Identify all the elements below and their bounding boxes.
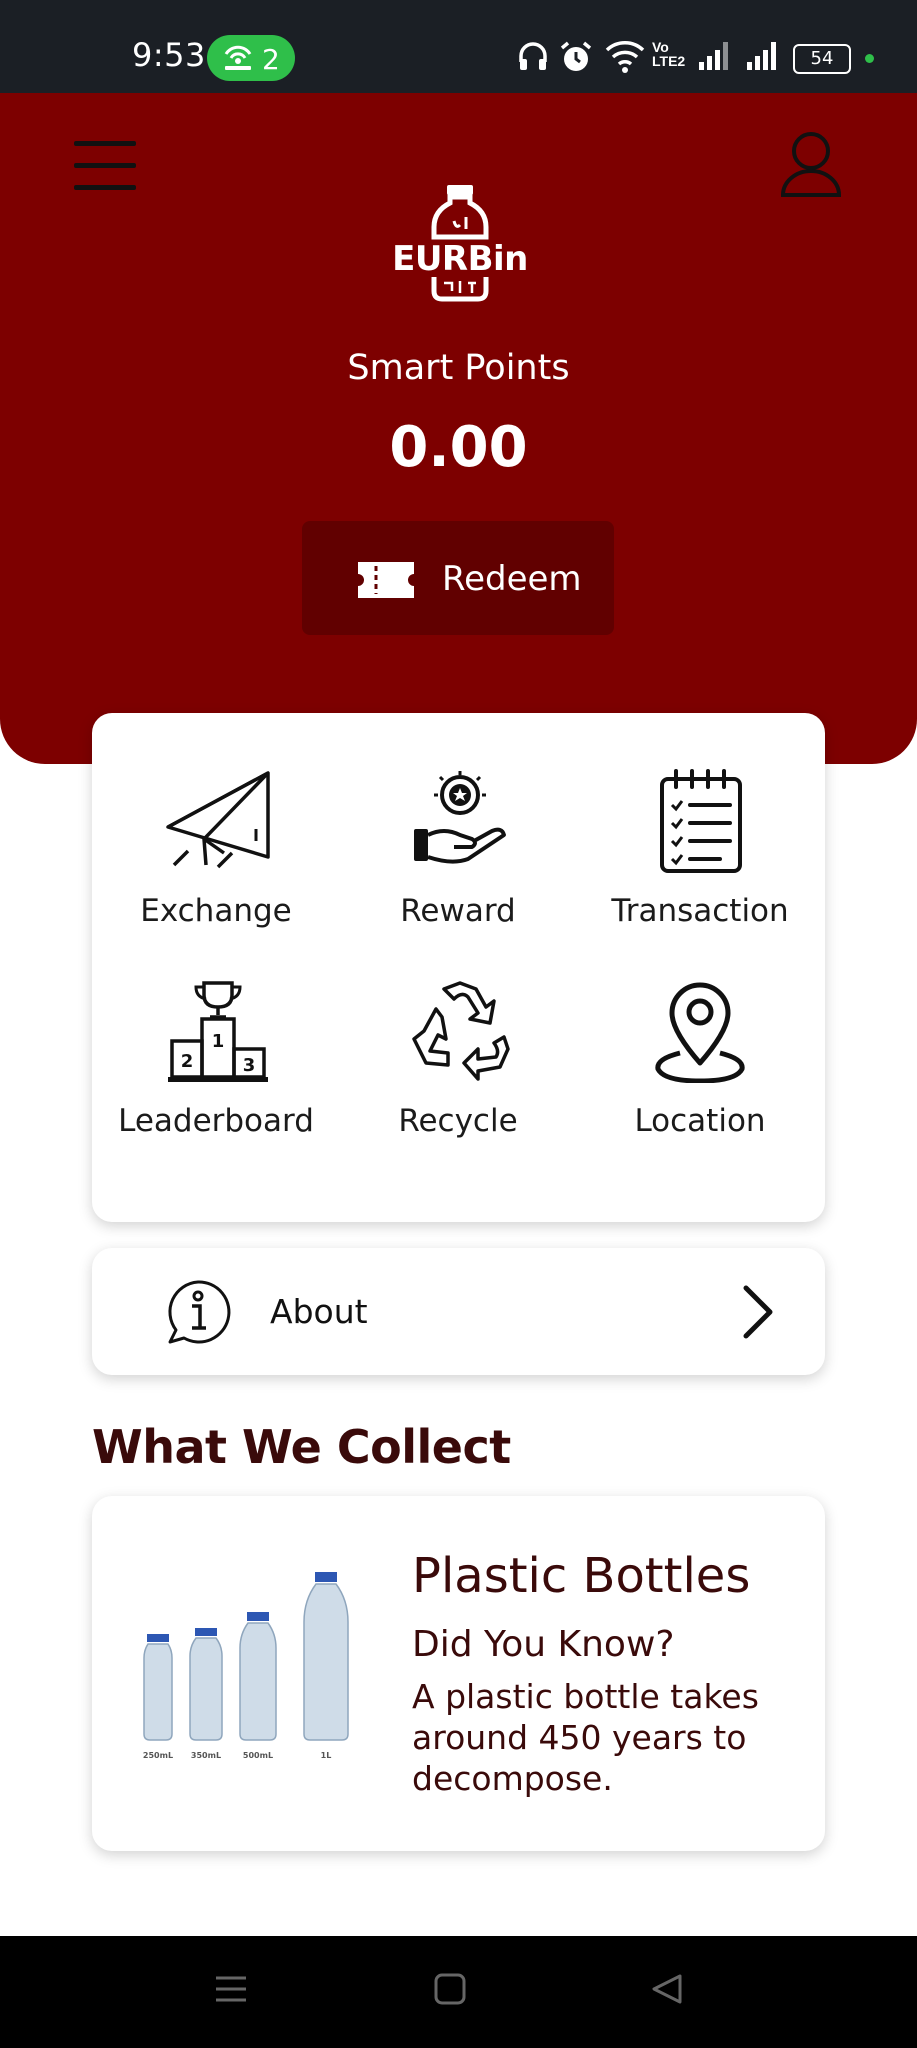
menu-item-transaction[interactable]: Transaction — [580, 769, 820, 949]
collect-card-subtitle: Did You Know? — [412, 1624, 675, 1665]
system-nav-bar — [0, 1936, 917, 2048]
menu-label: Location — [634, 1103, 766, 1139]
menu-item-recycle[interactable]: Recycle — [338, 979, 578, 1159]
menu-label: Recycle — [398, 1103, 518, 1139]
wifi-icon — [605, 41, 645, 73]
recycle-icon — [412, 981, 510, 1081]
collect-card-text: A plastic bottle takes around 450 years … — [412, 1677, 759, 1798]
paper-plane-icon — [166, 771, 270, 869]
svg-text:3: 3 — [243, 1055, 256, 1076]
bottle-size-label: 500mL — [243, 1751, 273, 1760]
info-bubble-icon — [168, 1280, 231, 1344]
back-icon[interactable] — [650, 1972, 684, 2006]
ticket-icon — [358, 562, 414, 598]
signal-icon-2 — [747, 42, 776, 70]
redeem-button[interactable]: Redeem — [302, 521, 614, 635]
svg-text:1: 1 — [212, 1031, 225, 1052]
headphones-icon — [519, 42, 547, 70]
location-pin-icon — [655, 982, 745, 1083]
bottle-size-label: 250mL — [143, 1751, 173, 1760]
collect-card-title: Plastic Bottles — [412, 1548, 751, 1604]
menu-label: Leaderboard — [118, 1103, 314, 1139]
profile-icon[interactable] — [780, 131, 842, 199]
points-value: 0.00 — [389, 415, 528, 480]
menu-button[interactable] — [74, 141, 136, 191]
app-name: EURBin — [392, 239, 528, 279]
bottle-size-label: 1L — [321, 1751, 332, 1760]
status-time: 9:53 — [132, 36, 206, 74]
redeem-label: Redeem — [442, 559, 582, 599]
menu-label: Reward — [400, 893, 516, 929]
hotspot-count: 2 — [262, 43, 280, 76]
header: EURBin Smart Points 0.00 Redeem — [0, 93, 917, 764]
menu-item-leaderboard[interactable]: 1 2 3 Leaderboard — [96, 979, 336, 1159]
hotspot-pill: 2 — [207, 35, 295, 81]
menu-item-reward[interactable]: Reward — [338, 769, 578, 949]
menu-item-exchange[interactable]: Exchange — [96, 769, 336, 949]
points-label: Smart Points — [347, 348, 570, 388]
battery-icon: 54 — [793, 44, 851, 74]
menu-label: Exchange — [140, 893, 292, 929]
podium-icon: 1 2 3 — [168, 981, 268, 1082]
status-icons: Vo LTE2 54 — [517, 40, 877, 78]
status-bar: 9:53 2 Vo LTE2 54 — [0, 0, 917, 93]
menu-label: Transaction — [611, 893, 789, 929]
alarm-icon — [560, 41, 592, 71]
about-card[interactable]: About — [92, 1248, 825, 1375]
bottle-size-label: 350mL — [191, 1751, 221, 1760]
plastic-bottles-image: 250mL 350mL 500mL 1L — [143, 1572, 349, 1760]
svg-text:2: 2 — [181, 1051, 194, 1072]
chevron-right-icon — [743, 1285, 773, 1339]
volte-icon: Vo LTE2 — [652, 39, 686, 69]
home-icon[interactable] — [433, 1972, 467, 2006]
hotspot-icon — [224, 45, 252, 70]
reward-hand-icon — [414, 771, 506, 864]
menu-card: Exchange Reward Transaction 1 2 3 Leader… — [92, 713, 825, 1222]
collect-card: 250mL 350mL 500mL 1L Plastic Bottles Did… — [92, 1496, 825, 1851]
app-logo: EURBin — [390, 181, 530, 311]
menu-item-location[interactable]: Location — [580, 979, 820, 1159]
about-label: About — [270, 1292, 368, 1331]
signal-icon — [699, 42, 728, 70]
privacy-dot — [865, 54, 874, 63]
recent-apps-icon[interactable] — [214, 1972, 248, 2006]
checklist-icon — [660, 769, 742, 873]
section-title: What We Collect — [92, 1420, 511, 1474]
